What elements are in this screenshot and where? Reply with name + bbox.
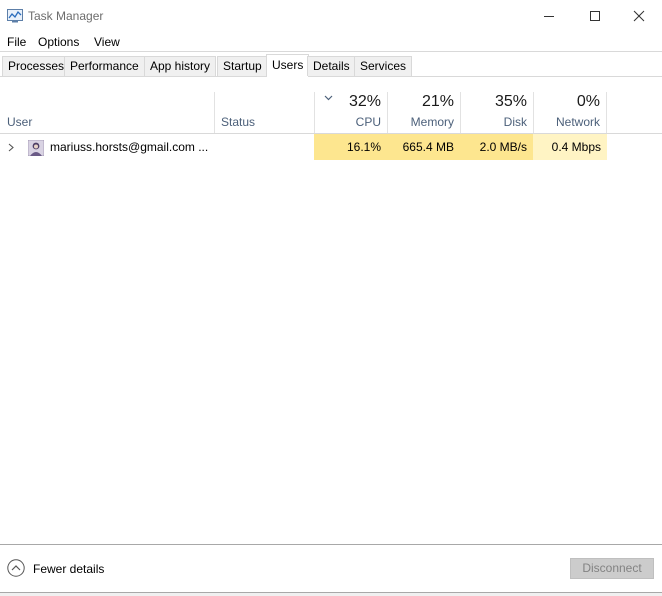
task-manager-icon [7, 9, 23, 23]
tab-divider [0, 76, 662, 77]
maximize-icon [590, 11, 600, 21]
tab-app-history[interactable]: App history [144, 56, 217, 76]
tab-details[interactable]: Details [307, 56, 356, 76]
memory-percent: 21% [421, 93, 454, 110]
menu-options[interactable]: Options [38, 35, 79, 49]
minimize-button[interactable] [526, 0, 572, 32]
window-title: Task Manager [28, 9, 104, 23]
sort-chevron-down-icon [324, 95, 333, 101]
menu-bar: File Options View [0, 32, 662, 51]
network-cell: 0.4 Mbps [533, 134, 607, 160]
tab-startup[interactable]: Startup [217, 56, 268, 76]
title-bar: Task Manager [0, 0, 662, 32]
collapse-chevron-up-icon[interactable] [7, 559, 25, 577]
column-header-cpu[interactable]: 32% CPU [315, 92, 387, 133]
footer-divider [0, 544, 662, 545]
column-header-disk[interactable]: 35% Disk [461, 92, 533, 133]
network-header-label: Network [555, 115, 600, 129]
tab-performance[interactable]: Performance [64, 56, 145, 76]
minimize-icon [544, 16, 554, 17]
cpu-percent: 32% [348, 93, 381, 110]
user-avatar-icon [28, 140, 44, 156]
column-header-user[interactable]: User [0, 92, 214, 133]
disconnect-button[interactable]: Disconnect [570, 558, 654, 579]
status-header-label: Status [221, 115, 256, 129]
disk-cell: 2.0 MB/s [460, 134, 533, 160]
close-icon [633, 10, 645, 22]
column-header-memory[interactable]: 21% Memory [388, 92, 460, 133]
column-header-network[interactable]: 0% Network [534, 92, 606, 133]
cpu-header-label: CPU [355, 115, 381, 129]
column-header-status[interactable]: Status [215, 92, 314, 133]
menu-view[interactable]: View [94, 35, 120, 49]
window-bottom-edge [0, 592, 662, 596]
memory-header-label: Memory [410, 115, 454, 129]
maximize-button[interactable] [572, 0, 618, 32]
column-separator [606, 92, 607, 133]
cpu-cell: 16.1% [314, 134, 387, 160]
user-header-label: User [7, 115, 33, 129]
tab-users[interactable]: Users [266, 54, 310, 77]
tab-services[interactable]: Services [354, 56, 413, 76]
expand-chevron-right-icon[interactable] [8, 143, 14, 152]
table-row[interactable]: mariuss.horsts@gmail.com ... 16.1% 665.4… [0, 134, 662, 160]
disk-percent: 35% [494, 93, 527, 110]
memory-cell: 665.4 MB [387, 134, 460, 160]
menu-divider [0, 51, 662, 52]
disk-header-label: Disk [503, 115, 527, 129]
tab-processes[interactable]: Processes [2, 56, 71, 76]
fewer-details-link[interactable]: Fewer details [33, 562, 104, 576]
network-percent: 0% [576, 93, 600, 110]
user-name: mariuss.horsts@gmail.com ... [50, 140, 209, 154]
menu-file[interactable]: File [7, 35, 26, 49]
close-button[interactable] [616, 0, 662, 32]
